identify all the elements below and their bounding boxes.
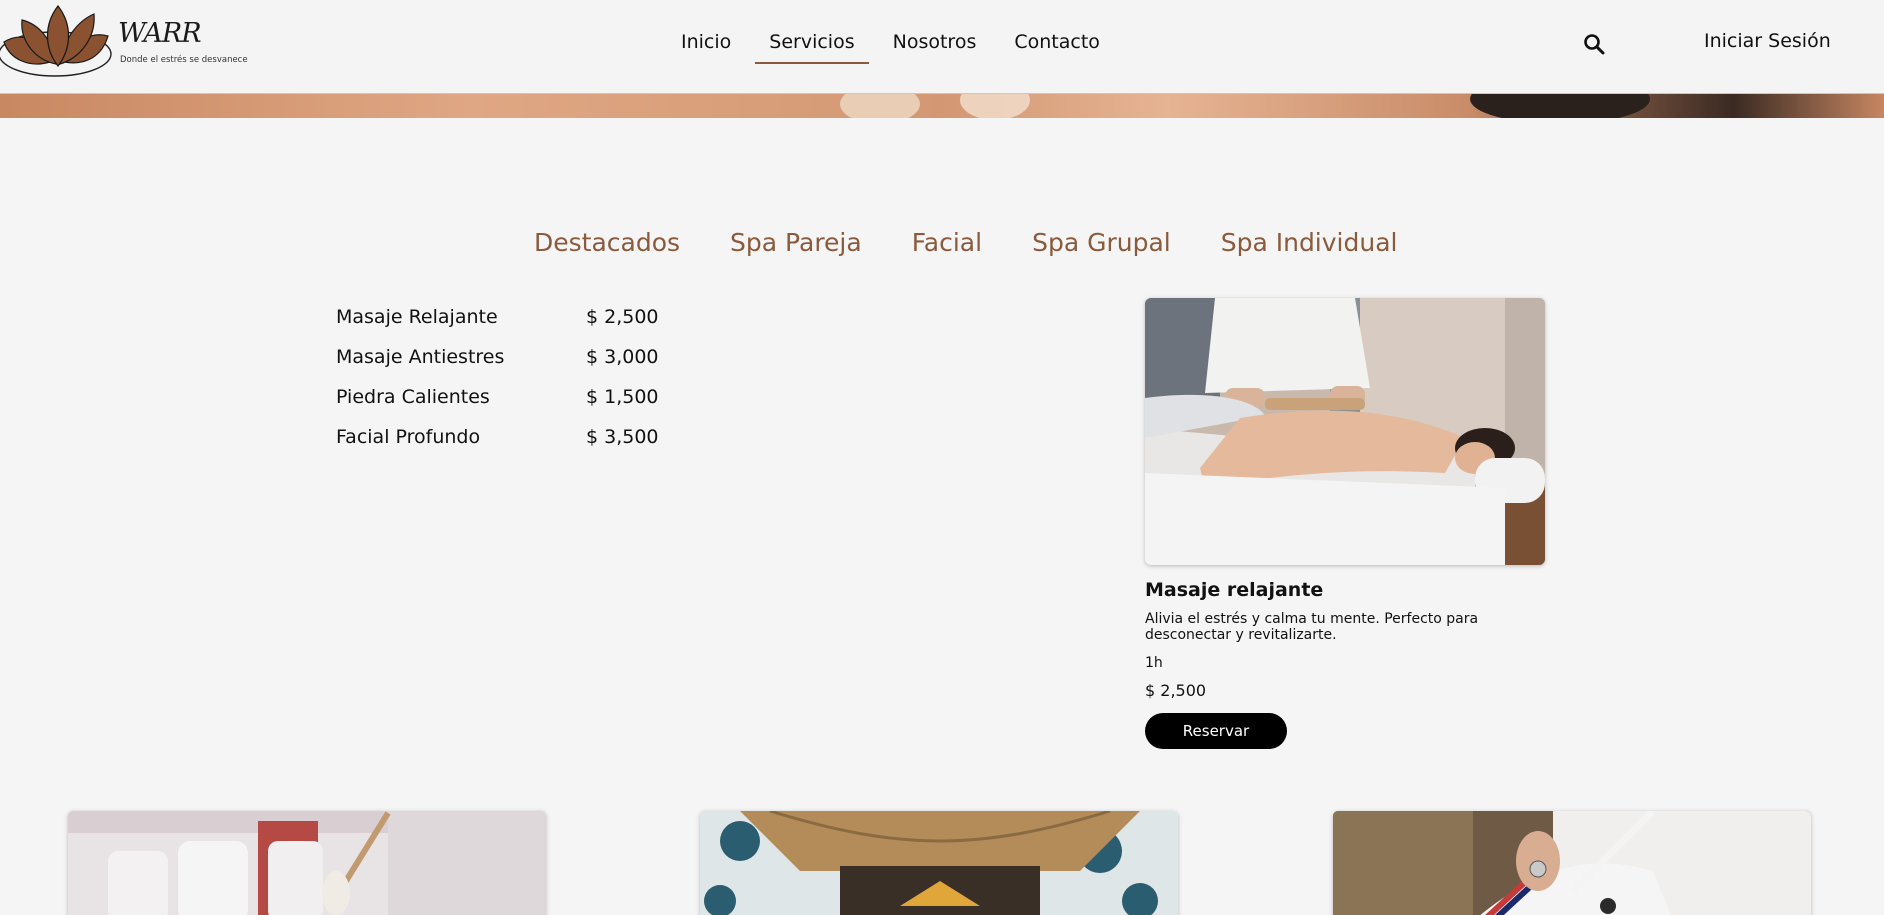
feature-description: Alivia el estrés y calma tu mente. Perfe… — [1145, 611, 1479, 643]
site-header: WARR Donde el estrés se desvanece Inicio… — [0, 0, 1884, 94]
service-price: $ 3,000 — [586, 346, 659, 368]
service-price: $ 1,500 — [586, 386, 659, 408]
feature-duration: 1h — [1145, 655, 1163, 671]
tab-destacados[interactable]: Destacados — [534, 228, 680, 257]
feature-price: $ 2,500 — [1145, 681, 1207, 700]
service-name: Masaje Antiestres — [336, 346, 505, 368]
service-name: Masaje Relajante — [336, 306, 498, 328]
massage-photo — [1145, 298, 1545, 565]
logo[interactable]: WARR Donde el estrés se desvanece — [0, 2, 248, 80]
nav-nosotros[interactable]: Nosotros — [879, 0, 991, 64]
reserve-button[interactable]: Reservar — [1145, 713, 1287, 749]
featured-service-card: Masaje relajante Alivia el estrés y calm… — [1145, 298, 1545, 749]
list-item[interactable]: Masaje Relajante $ 2,500 — [336, 306, 676, 346]
list-item[interactable]: Piedra Calientes $ 1,500 — [336, 386, 676, 426]
brand-name: WARR — [118, 18, 202, 49]
list-item[interactable]: Masaje Antiestres $ 3,000 — [336, 346, 676, 386]
lotus-logo-icon — [0, 4, 112, 77]
service-card-care-image[interactable] — [1333, 811, 1811, 915]
nav-contacto[interactable]: Contacto — [1000, 0, 1114, 64]
login-link[interactable]: Iniciar Sesión — [1704, 30, 1831, 52]
service-price: $ 3,500 — [586, 426, 659, 448]
feature-title: Masaje relajante — [1145, 579, 1324, 601]
tab-spa-grupal[interactable]: Spa Grupal — [1032, 228, 1171, 257]
main-nav: Inicio Servicios Nosotros Contacto — [667, 0, 1124, 94]
category-tabs: Destacados Spa Pareja Facial Spa Grupal … — [534, 228, 1447, 257]
nav-inicio[interactable]: Inicio — [667, 0, 745, 64]
price-list: Masaje Relajante $ 2,500 Masaje Antiestr… — [336, 306, 676, 466]
tab-spa-pareja[interactable]: Spa Pareja — [730, 228, 862, 257]
service-card-facial-image[interactable] — [68, 811, 546, 915]
hero-image-strip — [0, 94, 1884, 118]
nav-servicios[interactable]: Servicios — [755, 0, 869, 64]
list-item[interactable]: Facial Profundo $ 3,500 — [336, 426, 676, 466]
service-name: Piedra Calientes — [336, 386, 490, 408]
search-icon[interactable] — [1583, 33, 1605, 55]
tab-spa-individual[interactable]: Spa Individual — [1221, 228, 1398, 257]
tab-facial[interactable]: Facial — [912, 228, 982, 257]
brand-tagline: Donde el estrés se desvanece — [120, 55, 248, 65]
service-name: Facial Profundo — [336, 426, 481, 448]
service-card-tea-image[interactable] — [700, 811, 1178, 915]
service-price: $ 2,500 — [586, 306, 659, 328]
